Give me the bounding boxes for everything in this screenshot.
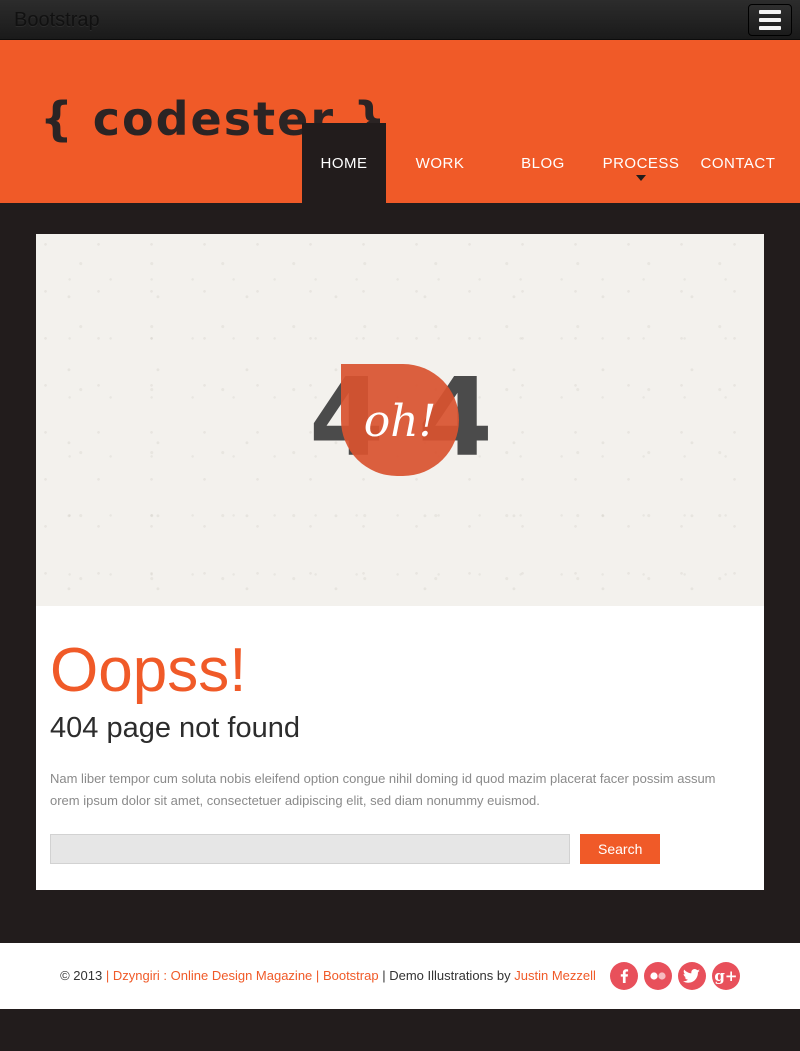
hamburger-bar [759,26,781,30]
content-card: 4 4 oh! Oopss! 404 page not found Nam li… [36,234,764,890]
site-footer: © 2013 | Dzyngiri : Online Design Magazi… [0,943,800,1009]
footer-link-bootstrap[interactable]: Bootstrap [323,968,379,983]
twitter-icon[interactable] [677,962,706,990]
nav-item-work[interactable]: WORK [386,123,494,203]
google-plus-icon[interactable]: g+ [711,962,740,990]
flickr-icon[interactable] [643,962,672,990]
main-navigation: HOME WORK BLOG PROCESS CONTACT [302,123,786,203]
footer-copyright: © 2013 [60,968,103,983]
search-button[interactable]: Search [580,834,661,864]
hero-illustration: 4 4 oh! [36,234,764,606]
top-navbar: Bootstrap [0,0,800,40]
chevron-down-icon [636,175,646,181]
facebook-icon[interactable] [609,962,638,990]
nav-label: BLOG [521,154,565,172]
nav-label: PROCESS [602,154,680,172]
nav-item-process[interactable]: PROCESS [592,123,690,203]
search-form: Search [50,834,750,864]
hamburger-bar [759,10,781,14]
nav-label: HOME [320,154,368,172]
navbar-brand[interactable]: Bootstrap [14,9,100,31]
page-stage: 4 4 oh! Oopss! 404 page not found Nam li… [0,203,800,943]
error-graphic: 4 4 oh! [270,360,530,480]
footer-separator: | [105,968,110,983]
page-description: Nam liber tempor cum soluta nobis eleife… [50,771,716,808]
social-links: g+ [609,962,740,990]
card-body: Oopss! 404 page not found Nam liber temp… [36,606,764,890]
error-badge-label: oh! [363,396,437,447]
footer-link-dzyngiri[interactable]: Dzyngiri : Online Design Magazine [113,968,312,983]
nav-item-blog[interactable]: BLOG [494,123,592,203]
hamburger-icon[interactable] [748,4,792,36]
footer-separator: | [382,968,386,983]
footer-separator: | [315,968,320,983]
page-title: Oopss! [50,636,247,705]
nav-item-contact[interactable]: CONTACT [690,123,786,203]
page-subtitle: 404 page not found [50,712,300,744]
nav-label: WORK [415,154,465,172]
hamburger-bar [759,18,781,22]
site-header: { codester } HOME WORK BLOG PROCESS CONT… [0,40,800,203]
search-input[interactable] [50,834,570,864]
footer-credit-prefix: Demo Illustrations by [389,968,511,983]
google-plus-label: g+ [714,966,738,985]
nav-label: CONTACT [700,154,776,172]
footer-credits: © 2013 | Dzyngiri : Online Design Magazi… [60,967,596,985]
nav-item-home[interactable]: HOME [302,123,386,203]
footer-link-author[interactable]: Justin Mezzell [514,968,596,983]
